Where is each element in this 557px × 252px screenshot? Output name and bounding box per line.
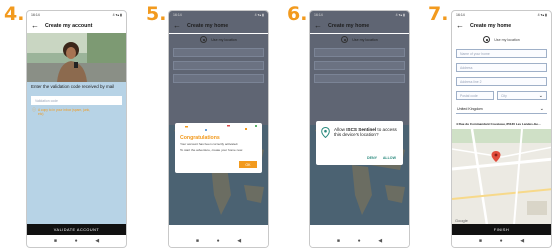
dialog-body-line-1: Your account has been correctly activate…: [180, 142, 239, 146]
android-nav-bar: ■ ● ◀: [169, 235, 268, 247]
location-target-icon: [483, 36, 491, 43]
app-name: ISCS Sentinel: [346, 127, 377, 132]
location-map[interactable]: Google: [452, 129, 551, 225]
google-logo: Google: [455, 218, 468, 223]
app-header: ← Create my home: [310, 19, 409, 33]
dialog-body-line-2: To start the adventure, create your home…: [180, 148, 243, 152]
status-bar: 16:14 4 ▾▴ ▮: [27, 11, 126, 19]
dialog-ok-button[interactable]: OK: [239, 161, 257, 168]
back-icon[interactable]: ◀: [378, 238, 382, 244]
back-icon[interactable]: ◀: [237, 238, 241, 244]
phone-screen-create-home-form: 16:14 4 ▾▴ ▮ ← Create my home Use my loc…: [451, 10, 552, 248]
address-field[interactable]: Address: [456, 63, 547, 72]
step-number-5: 5.: [146, 3, 167, 25]
permission-message: Allow ISCS Sentinel to access this devic…: [334, 127, 397, 138]
location-pin-icon: [321, 127, 330, 138]
recents-icon[interactable]: ■: [54, 238, 57, 244]
chevron-down-icon: ⌄: [538, 93, 543, 99]
location-target-icon: [341, 36, 349, 43]
app-header: ← Create my home: [169, 19, 268, 33]
validate-account-button[interactable]: VALIDATE ACCOUNT: [27, 224, 126, 235]
info-icon: ⓘ: [32, 107, 36, 112]
recents-icon[interactable]: ■: [479, 238, 482, 244]
android-nav-bar: ■ ● ◀: [452, 235, 551, 247]
back-icon[interactable]: ◀: [520, 238, 524, 244]
woman-with-phone-photo: [27, 33, 126, 82]
back-icon[interactable]: ◀: [95, 238, 99, 244]
country-select[interactable]: United Kingdom ⌄: [456, 105, 547, 114]
use-location-button[interactable]: Use my location: [452, 34, 551, 45]
back-arrow-icon[interactable]: ←: [173, 22, 181, 30]
chevron-down-icon: ⌄: [539, 106, 544, 112]
location-permission-dialog: Allow ISCS Sentinel to access this devic…: [316, 121, 403, 165]
step-number-7: 7.: [428, 3, 449, 25]
home-icon[interactable]: ●: [358, 238, 361, 244]
deny-button[interactable]: DENY: [367, 156, 377, 160]
phone-screen-create-home-congrats: 16:14 4 ▾▴ ▮ ← Create my home Use my loc…: [168, 10, 269, 248]
home-icon[interactable]: ●: [500, 238, 503, 244]
location-target-icon: [200, 36, 208, 43]
dimmed-form-background: [310, 45, 409, 125]
page-title: Create my home: [470, 23, 512, 29]
page-title: Create my home: [328, 23, 370, 29]
android-nav-bar: ■ ● ◀: [310, 235, 409, 247]
phone-screen-location-permission: 16:14 4 ▾▴ ▮ ← Create my home Use my loc…: [309, 10, 410, 248]
hero-photo: [27, 33, 126, 82]
step-number-4: 4.: [4, 3, 25, 25]
back-arrow-icon[interactable]: ←: [31, 22, 39, 30]
back-arrow-icon[interactable]: ←: [456, 22, 464, 30]
info-hint: ⓘ A copy to in your inbox (spam, junk, e…: [32, 107, 91, 117]
street-map: [452, 129, 551, 225]
app-header: ← Create my home: [452, 19, 551, 33]
page-title: Create my home: [187, 23, 229, 29]
android-nav-bar: ■ ● ◀: [27, 235, 126, 247]
confetti-icon: [185, 125, 257, 131]
congratulations-dialog: Congratulations Your account has been co…: [175, 123, 262, 173]
page-title: Create my account: [45, 23, 93, 29]
status-bar: 16:14 4 ▾▴ ▮: [456, 13, 547, 17]
recents-icon[interactable]: ■: [196, 238, 199, 244]
city-select[interactable]: City ⌄: [497, 91, 547, 100]
allow-button[interactable]: ALLOW: [383, 156, 396, 160]
status-bar: 16:14 4 ▾▴ ▮: [169, 11, 268, 19]
recents-icon[interactable]: ■: [337, 238, 340, 244]
use-location-button[interactable]: Use my location: [169, 34, 268, 45]
home-icon[interactable]: ●: [75, 238, 78, 244]
validation-code-input[interactable]: Validation code: [31, 96, 122, 105]
dialog-title: Congratulations: [180, 135, 220, 141]
app-header: ← Create my account: [27, 19, 126, 33]
dimmed-form-background: [169, 45, 268, 125]
address-line-2-field[interactable]: Address line 2: [456, 77, 547, 86]
finish-button[interactable]: FINISH: [452, 224, 551, 235]
postal-code-field[interactable]: Postal code: [456, 91, 494, 100]
home-icon[interactable]: ●: [217, 238, 220, 244]
status-bar: 16:14 4 ▾▴ ▮: [310, 11, 409, 19]
back-arrow-icon[interactable]: ←: [314, 22, 322, 30]
step-number-6: 6.: [287, 3, 308, 25]
phone-screen-create-account: 16:14 4 ▾▴ ▮ ← Create my account Enter t…: [26, 10, 127, 248]
validation-prompt: Enter the validation code received by ma…: [31, 84, 115, 89]
resolved-address: 4 Rue du Commandant Cousteau, 85130 Les …: [456, 122, 541, 126]
home-name-field[interactable]: Name of your home: [456, 49, 547, 58]
use-location-button[interactable]: Use my location: [310, 34, 409, 45]
